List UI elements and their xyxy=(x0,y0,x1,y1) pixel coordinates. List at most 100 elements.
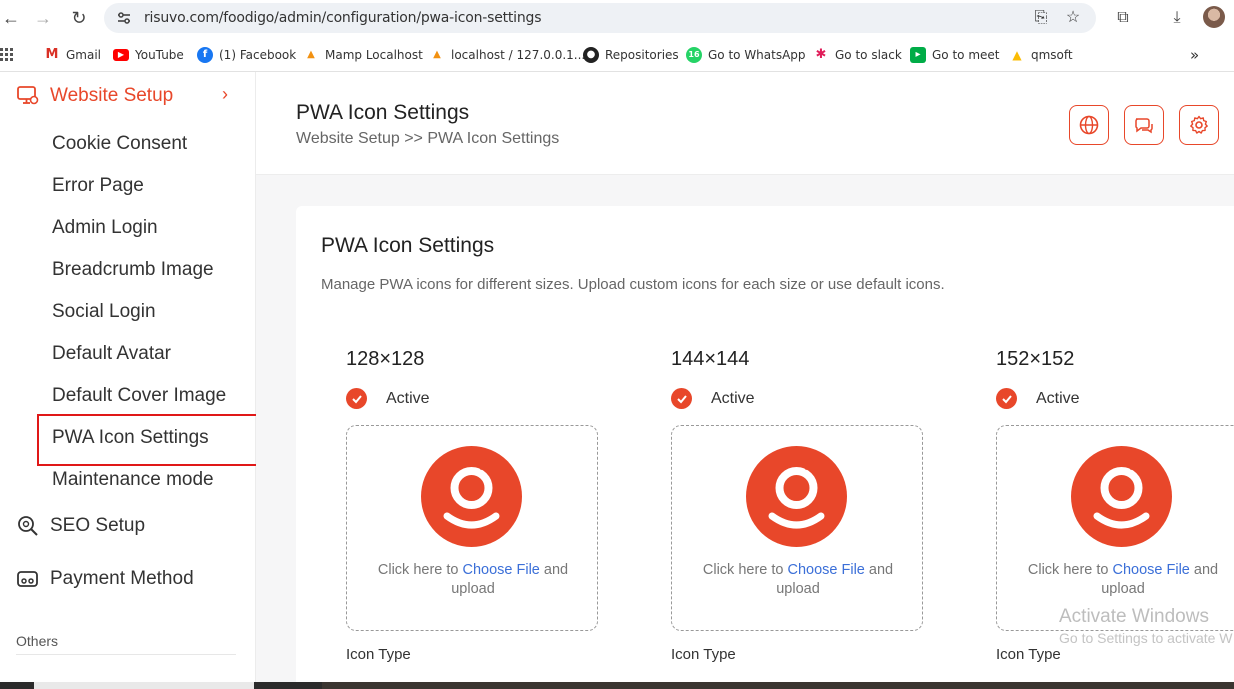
page-title: PWA Icon Settings xyxy=(296,101,470,124)
profile-avatar[interactable] xyxy=(1203,6,1225,28)
sidebar-item-admin-login[interactable]: Admin Login xyxy=(52,217,158,239)
site-settings-icon[interactable] xyxy=(116,10,132,26)
forward-icon[interactable]: → xyxy=(32,7,54,29)
main-content: PWA Icon Settings Website Setup >> PWA I… xyxy=(256,72,1234,689)
upload-text: Click here to xyxy=(702,562,784,578)
back-icon[interactable]: ← xyxy=(0,7,22,29)
sidebar-item-pwa-icon-settings[interactable]: PWA Icon Settings xyxy=(52,427,209,449)
activate-windows-watermark: Activate Windows xyxy=(1059,606,1209,627)
sidebar-item-label: SEO Setup xyxy=(50,515,146,536)
github-icon: ● xyxy=(583,47,599,63)
upload-text: upload xyxy=(776,581,820,597)
slack-icon: ✱ xyxy=(813,47,829,63)
drive-icon: ▲ xyxy=(1009,47,1025,63)
bookmark-whatsapp[interactable]: 16 Go to WhatsApp xyxy=(686,46,806,64)
sidebar-others-heading: Others xyxy=(16,633,59,649)
taskbar-segment xyxy=(34,682,254,689)
phpmyadmin-icon: ▲ xyxy=(303,47,319,63)
bookmark-mamp[interactable]: ▲ Mamp Localhost xyxy=(303,46,423,64)
apps-icon[interactable] xyxy=(0,46,14,64)
check-icon[interactable] xyxy=(671,388,692,409)
bookmark-gmail[interactable]: M Gmail xyxy=(44,46,101,64)
activate-windows-subtext: Go to Settings to activate W xyxy=(1059,630,1233,646)
active-checkbox[interactable]: Active xyxy=(671,388,755,409)
icon-size-panel-128: 128×128 Active Click here to Choose File… xyxy=(346,348,598,663)
breadcrumb: Website Setup >> PWA Icon Settings xyxy=(296,130,560,147)
sidebar-item-breadcrumb-image[interactable]: Breadcrumb Image xyxy=(52,259,214,281)
youtube-icon: ▶ xyxy=(113,49,129,61)
upload-instructions: Click here to Choose File and upload xyxy=(347,561,599,599)
monitor-settings-icon xyxy=(17,86,39,105)
active-label: Active xyxy=(1036,389,1080,407)
download-icon[interactable]: ⤓ xyxy=(1166,7,1188,29)
sidebar-item-seo-setup[interactable]: SEO Setup xyxy=(16,514,145,538)
whatsapp-icon: 16 xyxy=(686,47,702,63)
chat-icon xyxy=(1135,118,1153,134)
sidebar-item-payment-method[interactable]: Payment Method xyxy=(16,567,194,591)
browser-toolbar: ← → ↻ risuvo.com/foodigo/admin/configura… xyxy=(0,0,1234,36)
address-bar[interactable]: risuvo.com/foodigo/admin/configuration/p… xyxy=(104,3,1096,33)
icon-type-label: Icon Type xyxy=(346,646,411,663)
sidebar-item-default-avatar[interactable]: Default Avatar xyxy=(52,343,171,365)
extensions-icon[interactable]: ⧉ xyxy=(1112,7,1134,29)
icon-upload-dropzone[interactable]: Click here to Choose File and upload xyxy=(671,425,923,631)
sidebar-item-error-page[interactable]: Error Page xyxy=(52,175,144,197)
gear-icon xyxy=(1190,115,1208,134)
active-label: Active xyxy=(386,389,430,407)
install-app-icon[interactable]: ⎘ xyxy=(1032,9,1050,27)
bookmark-facebook[interactable]: f (1) Facebook xyxy=(197,46,296,64)
bookmark-slack[interactable]: ✱ Go to slack xyxy=(813,46,902,64)
bookmark-label: Go to meet xyxy=(932,48,1000,62)
url-text[interactable]: risuvo.com/foodigo/admin/configuration/p… xyxy=(144,10,542,26)
sidebar-item-maintenance-mode[interactable]: Maintenance mode xyxy=(52,469,214,491)
more-bookmarks-icon[interactable]: » xyxy=(1190,46,1199,64)
choose-file-link[interactable]: Choose File xyxy=(463,562,540,578)
sidebar: Website Setup › Cookie Consent Error Pag… xyxy=(0,72,283,689)
icon-upload-dropzone[interactable]: Click here to Choose File and upload xyxy=(346,425,598,631)
bookmark-star-icon[interactable]: ☆ xyxy=(1064,9,1082,27)
bookmark-label: qmsoft xyxy=(1031,48,1073,62)
sidebar-item-default-cover-image[interactable]: Default Cover Image xyxy=(52,385,226,407)
page-header: PWA Icon Settings Website Setup >> PWA I… xyxy=(256,72,1234,175)
check-icon[interactable] xyxy=(996,388,1017,409)
globe-icon xyxy=(1079,115,1099,135)
choose-file-link[interactable]: Choose File xyxy=(1113,562,1190,578)
sidebar-divider xyxy=(16,654,236,655)
bookmark-label: (1) Facebook xyxy=(219,48,297,62)
choose-file-link[interactable]: Choose File xyxy=(788,562,865,578)
settings-button[interactable] xyxy=(1179,105,1219,145)
icon-size-label: 128×128 xyxy=(346,348,425,370)
upload-text: and xyxy=(1193,562,1219,578)
app-logo-icon xyxy=(1071,446,1172,547)
sidebar-item-social-login[interactable]: Social Login xyxy=(52,301,156,323)
reload-icon[interactable]: ↻ xyxy=(68,7,90,29)
bookmark-label: Go to slack xyxy=(835,48,902,62)
bookmark-label: Repositories xyxy=(605,48,679,62)
sidebar-item-website-setup[interactable]: Website Setup xyxy=(16,84,173,108)
bookmark-qmsoft[interactable]: ▲ qmsoft xyxy=(1009,46,1073,64)
active-checkbox[interactable]: Active xyxy=(996,388,1080,409)
upload-text: and xyxy=(543,562,569,578)
bookmark-label: Gmail xyxy=(66,48,102,62)
sidebar-item-cookie-consent[interactable]: Cookie Consent xyxy=(52,133,187,155)
icon-size-label: 152×152 xyxy=(996,348,1075,370)
card-description: Manage PWA icons for different sizes. Up… xyxy=(321,276,945,293)
visit-website-button[interactable] xyxy=(1069,105,1109,145)
app-logo-icon xyxy=(421,446,522,547)
bookmark-localhost[interactable]: ▲ localhost / 127.0.0.1... xyxy=(429,46,585,64)
bookmark-label: Mamp Localhost xyxy=(325,48,423,62)
active-checkbox[interactable]: Active xyxy=(346,388,430,409)
check-icon[interactable] xyxy=(346,388,367,409)
icon-upload-dropzone[interactable]: Click here to Choose File and upload xyxy=(996,425,1234,631)
messages-button[interactable] xyxy=(1124,105,1164,145)
upload-text: upload xyxy=(451,581,495,597)
chevron-right-icon[interactable]: › xyxy=(222,84,228,105)
bookmark-youtube[interactable]: ▶ YouTube xyxy=(113,46,184,64)
bookmark-repositories[interactable]: ● Repositories xyxy=(583,46,679,64)
upload-text: Click here to xyxy=(1027,562,1109,578)
facebook-icon: f xyxy=(197,47,213,63)
bookmark-label: YouTube xyxy=(135,48,184,62)
sidebar-section-label: Website Setup xyxy=(50,85,174,106)
icon-size-panel-152: 152×152 Active Click here to Choose File… xyxy=(996,348,1234,663)
bookmark-meet[interactable]: ▸ Go to meet xyxy=(910,46,999,64)
